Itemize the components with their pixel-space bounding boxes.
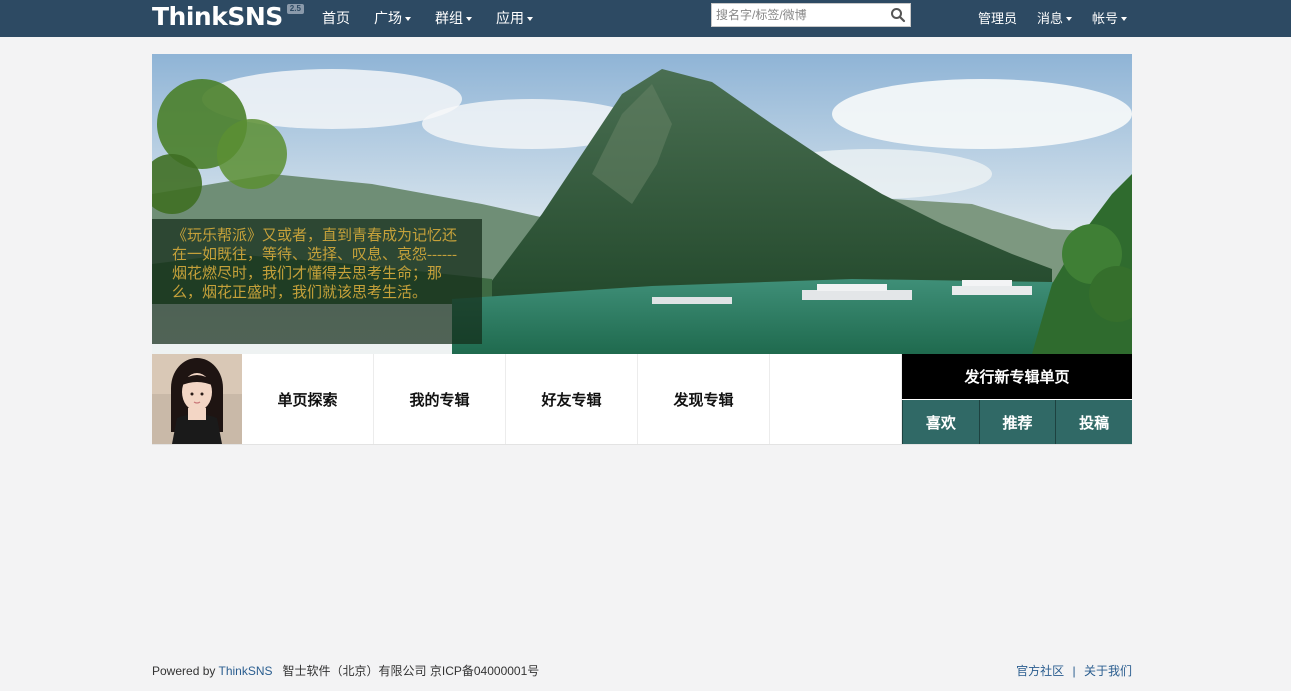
avatar[interactable] [152, 354, 242, 444]
tab-friend-albums[interactable]: 好友专辑 [506, 354, 638, 444]
footer-link-about[interactable]: 关于我们 [1084, 664, 1132, 678]
nav-label: 管理员 [978, 11, 1018, 26]
footer-link-separator: | [1072, 664, 1076, 678]
publish-album-button[interactable]: 发行新专辑单页 [902, 354, 1132, 399]
nav-label: 首页 [322, 10, 350, 26]
site-logo[interactable]: ThinkSNS 2.5 [152, 2, 304, 32]
nav-item-admin[interactable]: 管理员 [968, 0, 1027, 37]
action-button-group: 喜欢 推荐 投稿 [902, 400, 1133, 444]
footer-links: 官方社区 | 关于我们 [1016, 663, 1132, 679]
nav-label: 帐号 [1092, 11, 1119, 26]
search-box [711, 3, 911, 27]
banner-caption: 《玩乐帮派》又或者，直到青春成为记忆还在一如既往，等待、选择、叹息、哀怨----… [152, 219, 482, 344]
nav-label: 应用 [496, 10, 524, 26]
footer-link-community[interactable]: 官方社区 [1016, 664, 1064, 678]
page-footer: Powered by ThinkSNS 智士软件（北京）有限公司 京ICP备04… [152, 663, 1132, 679]
logo-text: ThinkSNS [152, 2, 283, 31]
recommend-button[interactable]: 推荐 [978, 400, 1056, 444]
banner-caption-text: 《玩乐帮派》又或者，直到青春成为记忆还在一如既往，等待、选择、叹息、哀怨----… [172, 228, 458, 301]
caret-down-icon [466, 16, 472, 21]
nav-item-square[interactable]: 广场 [362, 0, 423, 37]
nav-label: 消息 [1037, 11, 1064, 26]
logo-version-badge: 2.5 [286, 4, 304, 14]
submit-button[interactable]: 投稿 [1055, 400, 1133, 444]
avatar-image [152, 354, 242, 444]
caret-down-icon [1066, 16, 1073, 21]
nav-label: 广场 [374, 10, 402, 26]
profile-strip: 单页探索 我的专辑 好友专辑 发现专辑 发行新专辑单页 喜欢 推荐 投稿 [152, 354, 1133, 445]
user-nav: 管理员 消息 帐号 [968, 0, 1137, 37]
main-nav: 首页 广场 群组 应用 [310, 0, 545, 37]
nav-item-account[interactable]: 帐号 [1082, 0, 1137, 37]
tab-my-albums[interactable]: 我的专辑 [374, 354, 506, 444]
top-navbar: ThinkSNS 2.5 首页 广场 群组 应用 管理员 消息 [0, 0, 1291, 37]
nav-label: 群组 [435, 10, 463, 26]
nav-item-messages[interactable]: 消息 [1027, 0, 1082, 37]
footer-powered-by: Powered by [152, 664, 216, 678]
search-input[interactable] [712, 4, 886, 26]
search-icon[interactable] [890, 7, 906, 23]
caret-down-icon [1121, 16, 1128, 21]
footer-brand-link[interactable]: ThinkSNS [219, 664, 273, 678]
profile-tabs: 单页探索 我的专辑 好友专辑 发现专辑 [242, 354, 902, 444]
album-actions: 发行新专辑单页 喜欢 推荐 投稿 [902, 354, 1133, 444]
nav-item-apps[interactable]: 应用 [484, 0, 545, 37]
caret-down-icon [405, 16, 411, 21]
footer-company: 智士软件（北京）有限公司 京ICP备04000001号 [282, 664, 540, 678]
footer-copyright: Powered by ThinkSNS 智士软件（北京）有限公司 京ICP备04… [152, 663, 539, 679]
nav-item-groups[interactable]: 群组 [423, 0, 484, 37]
like-button[interactable]: 喜欢 [902, 400, 979, 444]
tab-discover-albums[interactable]: 发现专辑 [638, 354, 770, 444]
caret-down-icon [527, 16, 533, 21]
nav-item-home[interactable]: 首页 [310, 0, 362, 37]
tab-placeholder [770, 354, 902, 444]
tab-page-explore[interactable]: 单页探索 [242, 354, 374, 444]
profile-banner: 《玩乐帮派》又或者，直到青春成为记忆还在一如既往，等待、选择、叹息、哀怨----… [152, 54, 1132, 354]
